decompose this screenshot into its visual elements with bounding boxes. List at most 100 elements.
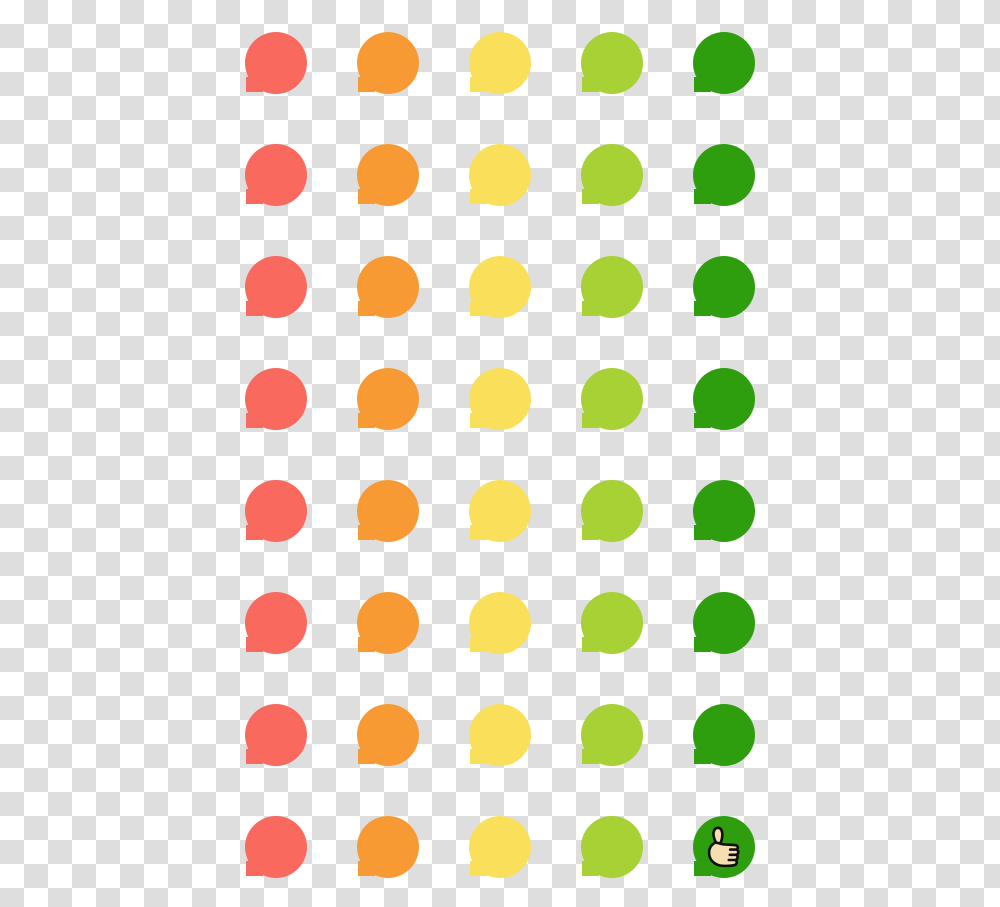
sticker-cell-r2-c1: Must! <box>245 143 357 255</box>
sticker-cell-r8-c1: !? <box>245 815 357 907</box>
speech-bubble-sticker[interactable]: 注意! <box>581 368 643 430</box>
speech-bubble-sticker[interactable]: 大切! <box>581 480 643 542</box>
sticker-label: 提出 <box>705 722 743 745</box>
sticker-cell-r8-c3: ココ から <box>469 815 581 907</box>
sticker-cell-r7-c1: Test <box>245 703 357 815</box>
speech-bubble-tail-icon <box>470 525 487 540</box>
speech-bubble-tail-icon <box>358 189 375 204</box>
speech-bubble-tail-icon <box>358 861 375 876</box>
speech-bubble-sticker[interactable]: Look! <box>469 32 531 94</box>
sticker-label: Test <box>257 723 295 744</box>
speech-bubble-tail-icon <box>694 525 711 540</box>
sticker-cell-r5-c5: 絶対! <box>693 479 805 591</box>
sticker-cell-r3-c4: これ だよ <box>581 255 693 367</box>
speech-bubble-tail-icon <box>246 189 263 204</box>
speech-bubble-tail-icon <box>470 189 487 204</box>
sticker-cell-r4-c2: 確認! <box>357 367 469 479</box>
sticker-label: これ? <box>699 274 749 297</box>
sticker-grid: Check! Point! Look! HERE! This! Must! チェック ポイント… <box>244 31 787 878</box>
speech-bubble-tail-icon <box>694 301 711 316</box>
sticker-cell-r2-c4: みて! <box>581 143 693 255</box>
speech-bubble-sticker[interactable]: みて! <box>581 144 643 206</box>
sticker-cell-r6-c4: でる! <box>581 591 693 703</box>
speech-bubble-sticker[interactable]: Check! <box>244 32 308 94</box>
speech-bubble-tail-icon <box>582 525 599 540</box>
sticker-cell-r4-c3: 要 確認 <box>469 367 581 479</box>
sticker-label: HERE! <box>583 51 641 72</box>
speech-bubble-sticker[interactable]: Test <box>245 704 307 766</box>
speech-bubble-sticker[interactable]: Must! <box>245 144 307 206</box>
sticker-cell-r3-c1: ココ! <box>245 255 357 367</box>
sticker-cell-r7-c2: 予習 <box>357 703 469 815</box>
speech-bubble-sticker[interactable]: 暗記! <box>245 592 307 654</box>
speech-bubble-sticker[interactable]: 復習 <box>469 704 531 766</box>
speech-bubble-sticker[interactable]: これ だよ <box>581 256 643 318</box>
sticker-cell-r2-c5: みてね <box>693 143 805 255</box>
sticker-cell-r6-c1: 暗記! <box>245 591 357 703</box>
sticker-label: Look! <box>474 51 526 72</box>
speech-bubble-sticker[interactable]: Point! <box>357 32 419 94</box>
speech-bubble-tail-icon <box>246 525 263 540</box>
speech-bubble-sticker[interactable]: 予習 <box>357 704 419 766</box>
speech-bubble-sticker[interactable]: HERE! <box>581 32 643 94</box>
speech-bubble-tail-icon <box>358 301 375 316</box>
speech-bubble-sticker[interactable]: 大事! <box>469 480 531 542</box>
speech-bubble-sticker[interactable]: よく 出る! <box>693 592 755 654</box>
sticker-label: 要 注意 <box>706 377 742 417</box>
speech-bubble-sticker[interactable]: チェック <box>357 144 419 206</box>
sticker-cell-r3-c2: ココ? <box>357 255 469 367</box>
sticker-cell-r5-c4: 大切! <box>581 479 693 591</box>
speech-bubble-sticker[interactable]: ココ まで <box>581 816 643 878</box>
speech-bubble-tail-icon <box>582 637 599 652</box>
sticker-cell-r5-c1: 重要! <box>245 479 357 591</box>
speech-bubble-sticker[interactable]: ココ から <box>469 816 531 878</box>
sticker-label: みてね <box>695 162 753 185</box>
sticker-sheet-canvas: Check! Point! Look! HERE! This! Must! チェック ポイント… <box>0 0 1000 907</box>
speech-bubble-sticker[interactable]: !! <box>357 816 419 878</box>
speech-bubble-sticker[interactable]: 提出 <box>693 704 755 766</box>
speech-bubble-sticker[interactable]: こっち <box>245 368 307 430</box>
speech-bubble-sticker[interactable]: 確認! <box>357 368 419 430</box>
speech-bubble-tail-icon <box>246 637 263 652</box>
speech-bubble-sticker[interactable]: 注目! <box>357 480 419 542</box>
speech-bubble-tail-icon <box>246 413 263 428</box>
speech-bubble-tail-icon <box>246 301 263 316</box>
sticker-cell-r1-c5: This! <box>693 31 805 143</box>
sticker-cell-r6-c3: 勉強! <box>469 591 581 703</box>
speech-bubble-sticker[interactable]: みてね <box>693 144 755 206</box>
sticker-label: 勉強! <box>477 610 523 633</box>
speech-bubble-sticker[interactable]: 覚える! <box>357 592 419 654</box>
speech-bubble-sticker[interactable]: これ? <box>693 256 755 318</box>
speech-bubble-sticker[interactable]: 要 確認 <box>469 368 531 430</box>
sticker-cell-r8-c4: ココ まで <box>581 815 693 907</box>
speech-bubble-sticker[interactable]: !? <box>245 816 307 878</box>
sticker-label: ココ まで <box>594 825 630 865</box>
speech-bubble-sticker[interactable]: 勉強! <box>469 592 531 654</box>
speech-bubble-tail-icon <box>582 749 599 764</box>
speech-bubble-sticker[interactable]: 要 注意 <box>693 368 755 430</box>
speech-bubble-tail-icon <box>246 861 263 876</box>
speech-bubble-tail-icon <box>582 189 599 204</box>
speech-bubble-tail-icon <box>470 77 487 92</box>
speech-bubble-sticker[interactable]: ココ? <box>357 256 419 318</box>
speech-bubble-tail-icon <box>358 413 375 428</box>
sticker-cell-r1-c1: Check! <box>244 31 357 143</box>
speech-bubble-sticker[interactable] <box>693 816 755 878</box>
sticker-label: !? <box>262 831 290 861</box>
sticker-label: ポイント <box>470 164 530 183</box>
sticker-label: 予習 <box>369 722 407 745</box>
speech-bubble-sticker[interactable]: 重要! <box>245 480 307 542</box>
speech-bubble-sticker[interactable]: 絶対! <box>693 480 755 542</box>
sticker-label: !! <box>376 831 400 861</box>
sticker-label: 要 確認 <box>482 377 518 417</box>
speech-bubble-tail-icon <box>470 637 487 652</box>
speech-bubble-sticker[interactable]: This! <box>693 32 755 94</box>
sticker-cell-r7-c3: 復習 <box>469 703 581 815</box>
speech-bubble-sticker[interactable]: ココ! <box>245 256 307 318</box>
speech-bubble-sticker[interactable]: ポイント <box>469 144 531 206</box>
speech-bubble-sticker[interactable]: ココ だよ <box>469 256 531 318</box>
speech-bubble-tail-icon <box>358 525 375 540</box>
speech-bubble-sticker[interactable]: 宿題 <box>581 704 643 766</box>
sticker-label: 暗記! <box>253 610 299 633</box>
speech-bubble-sticker[interactable]: でる! <box>581 592 643 654</box>
